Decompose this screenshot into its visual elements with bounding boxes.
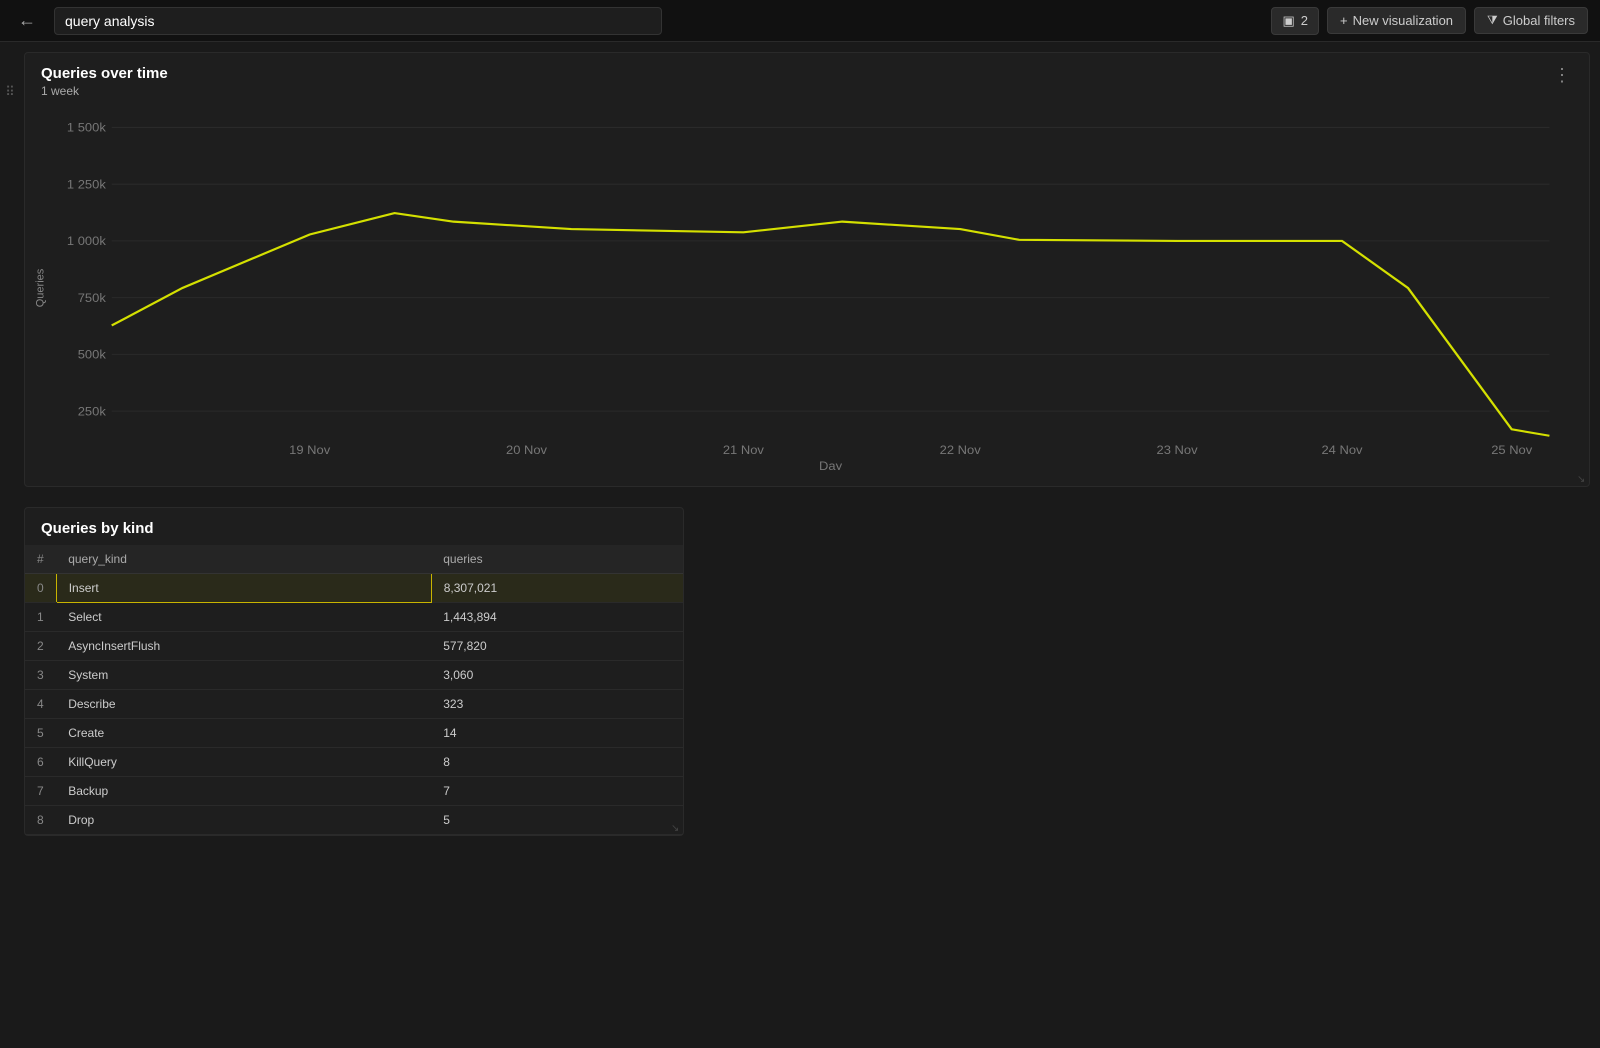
main-content: ⠿ Queries over time 1 week ⋮ Queries: [0, 52, 1600, 846]
global-filters-button[interactable]: ⧩ Global filters: [1474, 7, 1588, 34]
cell-index: 4: [25, 690, 56, 719]
cell-query-kind: Select: [56, 603, 431, 632]
svg-text:21 Nov: 21 Nov: [723, 443, 765, 456]
panels-icon: ▣: [1282, 13, 1294, 29]
svg-text:250k: 250k: [78, 405, 107, 418]
col-header-queries: queries: [431, 545, 683, 574]
table-panel-title: Queries by kind: [41, 520, 667, 537]
new-visualization-button[interactable]: + New visualization: [1327, 7, 1466, 34]
chart-panel-resize-handle[interactable]: ↘: [1577, 474, 1587, 484]
table-panel: Queries by kind # query_kind queries 0In…: [24, 507, 684, 836]
col-header-index: #: [25, 545, 56, 574]
cell-queries: 577,820: [431, 632, 683, 661]
cell-query-kind: Describe: [56, 690, 431, 719]
cell-index: 5: [25, 719, 56, 748]
table-body: 0Insert8,307,0211Select1,443,8942AsyncIn…: [25, 574, 683, 835]
svg-text:23 Nov: 23 Nov: [1157, 443, 1199, 456]
cell-queries: 7: [431, 777, 683, 806]
svg-text:Day: Day: [819, 460, 843, 470]
chart-container: Queries 1 500k 1 250k 1 000k 750k 500k 2…: [25, 106, 1589, 486]
table-row[interactable]: 2AsyncInsertFlush577,820: [25, 632, 683, 661]
chart-panel-header: Queries over time 1 week: [25, 53, 1589, 106]
panels-button[interactable]: ▣ 2: [1271, 7, 1319, 35]
table-row[interactable]: 4Describe323: [25, 690, 683, 719]
cell-index: 7: [25, 777, 56, 806]
table-panel-resize-handle[interactable]: ↘: [671, 823, 681, 833]
bottom-panels: Queries by kind # query_kind queries 0In…: [0, 497, 1600, 846]
chart-panel: Queries over time 1 week ⋮ Queries 1 500…: [24, 52, 1590, 487]
svg-text:24 Nov: 24 Nov: [1321, 443, 1363, 456]
global-filters-label: Global filters: [1503, 13, 1575, 28]
filter-icon: ⧩: [1487, 13, 1498, 28]
cell-query-kind: Backup: [56, 777, 431, 806]
svg-text:19 Nov: 19 Nov: [289, 443, 331, 456]
chart-panel-title: Queries over time: [41, 65, 1573, 82]
cell-queries: 8: [431, 748, 683, 777]
table-header-row: # query_kind queries: [25, 545, 683, 574]
drag-dots-icon: ⠿: [5, 84, 15, 100]
chart-panel-menu-button[interactable]: ⋮: [1547, 63, 1577, 88]
table-row[interactable]: 6KillQuery8: [25, 748, 683, 777]
table-row[interactable]: 5Create14: [25, 719, 683, 748]
y-axis-label: Queries: [34, 269, 46, 308]
table-row[interactable]: 1Select1,443,894: [25, 603, 683, 632]
cell-index: 6: [25, 748, 56, 777]
app-header: ← ▣ 2 + New visualization ⧩ Global filte…: [0, 0, 1600, 42]
cell-index: 0: [25, 574, 56, 603]
chart-panel-subtitle: 1 week: [41, 84, 1573, 98]
panels-count: 2: [1301, 13, 1308, 28]
svg-text:25 Nov: 25 Nov: [1491, 443, 1533, 456]
table-row[interactable]: 3System3,060: [25, 661, 683, 690]
dashboard-title-input[interactable]: [54, 7, 662, 35]
svg-text:1 000k: 1 000k: [67, 235, 107, 248]
cell-queries: 323: [431, 690, 683, 719]
cell-queries: 8,307,021: [431, 574, 683, 603]
svg-text:750k: 750k: [78, 291, 107, 304]
table-row[interactable]: 7Backup7: [25, 777, 683, 806]
header-actions: ▣ 2 + New visualization ⧩ Global filters: [1271, 7, 1588, 35]
cell-query-kind: KillQuery: [56, 748, 431, 777]
svg-text:1 250k: 1 250k: [67, 178, 107, 191]
cell-queries: 14: [431, 719, 683, 748]
table-row[interactable]: 0Insert8,307,021: [25, 574, 683, 603]
table-panel-header: Queries by kind: [25, 508, 683, 545]
cell-index: 1: [25, 603, 56, 632]
cell-query-kind: Insert: [56, 574, 431, 603]
back-button[interactable]: ←: [12, 6, 42, 35]
svg-text:22 Nov: 22 Nov: [940, 443, 982, 456]
queries-table: # query_kind queries 0Insert8,307,0211Se…: [25, 545, 683, 835]
svg-text:500k: 500k: [78, 348, 107, 361]
cell-query-kind: System: [56, 661, 431, 690]
back-icon: ←: [18, 10, 36, 31]
cell-queries: 1,443,894: [431, 603, 683, 632]
cell-queries: 5: [431, 806, 683, 835]
cell-query-kind: Drop: [56, 806, 431, 835]
cell-index: 2: [25, 632, 56, 661]
svg-text:20 Nov: 20 Nov: [506, 443, 548, 456]
chart-inner: Queries 1 500k 1 250k 1 000k 750k 500k 2…: [41, 106, 1573, 470]
new-visualization-label: New visualization: [1353, 13, 1453, 28]
table-row[interactable]: 8Drop5: [25, 806, 683, 835]
svg-text:1 500k: 1 500k: [67, 121, 107, 134]
plus-icon: +: [1340, 13, 1348, 28]
cell-query-kind: AsyncInsertFlush: [56, 632, 431, 661]
chart-svg: 1 500k 1 250k 1 000k 750k 500k 250k 19 N…: [41, 106, 1573, 470]
drag-handle[interactable]: ⠿: [0, 72, 20, 112]
col-header-query-kind: query_kind: [56, 545, 431, 574]
table-header: # query_kind queries: [25, 545, 683, 574]
cell-index: 8: [25, 806, 56, 835]
cell-index: 3: [25, 661, 56, 690]
cell-queries: 3,060: [431, 661, 683, 690]
cell-query-kind: Create: [56, 719, 431, 748]
